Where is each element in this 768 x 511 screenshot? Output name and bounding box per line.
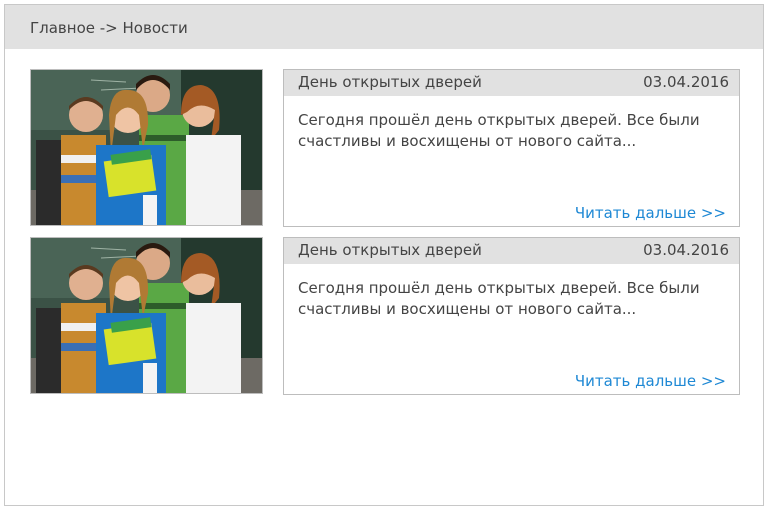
breadcrumb-current: Новости xyxy=(122,19,188,37)
news-date: 03.04.2016 xyxy=(643,73,729,91)
news-header: День открытых дверей 03.04.2016 xyxy=(284,238,739,264)
read-more-link[interactable]: Читать дальше >> xyxy=(575,372,726,390)
news-thumbnail-image[interactable] xyxy=(30,69,263,226)
news-card: День открытых дверей 03.04.2016 Сегодня … xyxy=(283,237,740,395)
news-excerpt: Сегодня прошёл день открытых дверей. Все… xyxy=(298,279,700,318)
breadcrumb-home-link[interactable]: Главное xyxy=(30,19,95,37)
news-thumbnail-image[interactable] xyxy=(30,237,263,394)
news-excerpt: Сегодня прошёл день открытых дверей. Все… xyxy=(298,111,700,150)
page-frame: Главное -> Новости День открытых дверей … xyxy=(4,4,764,506)
news-item: День открытых дверей 03.04.2016 Сегодня … xyxy=(30,69,740,227)
breadcrumb-bar: Главное -> Новости xyxy=(5,5,763,49)
read-more-link[interactable]: Читать дальше >> xyxy=(575,204,726,222)
news-header: День открытых дверей 03.04.2016 xyxy=(284,70,739,96)
breadcrumb-separator: -> xyxy=(99,19,118,37)
students-photo-icon xyxy=(31,70,262,225)
news-item: День открытых дверей 03.04.2016 Сегодня … xyxy=(30,237,740,395)
breadcrumb: Главное -> Новости xyxy=(30,19,188,37)
news-title[interactable]: День открытых дверей xyxy=(298,241,482,259)
news-date: 03.04.2016 xyxy=(643,241,729,259)
news-card: День открытых дверей 03.04.2016 Сегодня … xyxy=(283,69,740,227)
students-photo-icon xyxy=(31,238,262,393)
news-title[interactable]: День открытых дверей xyxy=(298,73,482,91)
